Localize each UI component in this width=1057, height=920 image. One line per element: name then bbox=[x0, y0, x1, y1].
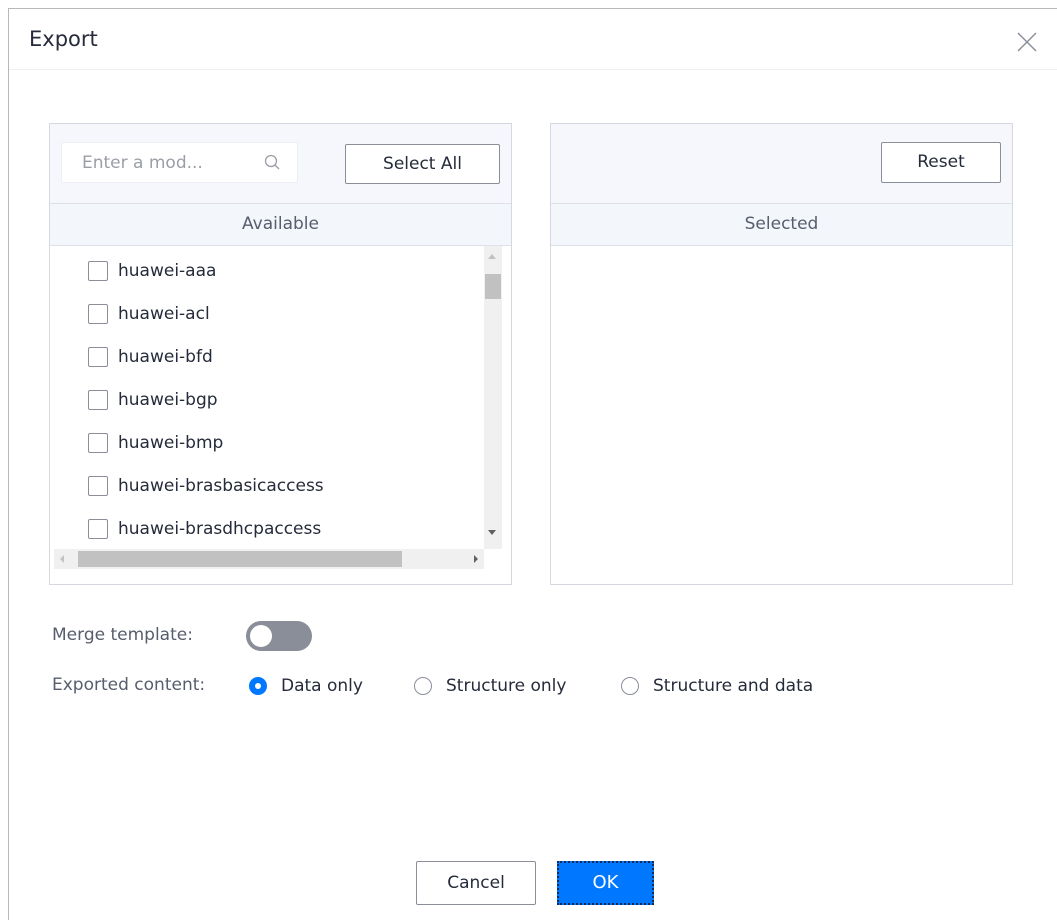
item-label: huawei-brasbasicaccess bbox=[118, 476, 324, 496]
scroll-up-icon[interactable] bbox=[488, 254, 496, 259]
radio-label: Data only bbox=[281, 676, 363, 696]
checkbox[interactable] bbox=[88, 433, 108, 453]
radio-label: Structure only bbox=[446, 676, 567, 696]
search-input[interactable] bbox=[62, 143, 257, 182]
list-item[interactable]: huawei-bfd bbox=[88, 342, 213, 372]
available-list[interactable]: huawei-aaa huawei-acl huawei-bfd huawei-… bbox=[50, 246, 511, 549]
horizontal-scrollbar[interactable] bbox=[54, 549, 484, 569]
reset-button[interactable]: Reset bbox=[881, 142, 1001, 183]
dialog-header: Export bbox=[9, 9, 1057, 70]
toggle-knob bbox=[250, 625, 272, 647]
item-label: huawei-brasdhcpaccess bbox=[118, 519, 322, 539]
radio-label: Structure and data bbox=[653, 676, 814, 696]
ok-button[interactable]: OK bbox=[557, 861, 654, 905]
scroll-thumb[interactable] bbox=[78, 551, 402, 567]
list-item[interactable]: huawei-bgp bbox=[88, 385, 218, 415]
available-header: Available bbox=[50, 203, 511, 246]
radio-button[interactable] bbox=[414, 677, 432, 695]
merge-template-label: Merge template: bbox=[52, 625, 193, 645]
list-item[interactable]: huawei-bmp bbox=[88, 428, 223, 458]
select-all-button[interactable]: Select All bbox=[345, 144, 500, 184]
radio-button[interactable] bbox=[249, 677, 267, 695]
close-icon[interactable] bbox=[1016, 31, 1038, 53]
checkbox[interactable] bbox=[88, 476, 108, 496]
radio-structure-only[interactable]: Structure only bbox=[414, 673, 566, 699]
available-panel: Select All Available huawei-aaa huawei-a… bbox=[49, 123, 512, 585]
checkbox[interactable] bbox=[88, 390, 108, 410]
checkbox[interactable] bbox=[88, 347, 108, 367]
checkbox[interactable] bbox=[88, 261, 108, 281]
scroll-right-icon[interactable] bbox=[474, 555, 478, 563]
exported-content-label: Exported content: bbox=[52, 675, 206, 695]
search-box bbox=[61, 142, 298, 183]
selected-toolbar: Reset bbox=[551, 124, 1012, 203]
merge-template-toggle[interactable] bbox=[246, 621, 312, 651]
radio-data-only[interactable]: Data only bbox=[249, 673, 363, 699]
list-item[interactable]: huawei-acl bbox=[88, 299, 210, 329]
vertical-scrollbar[interactable] bbox=[484, 246, 502, 549]
item-label: huawei-aaa bbox=[118, 261, 217, 281]
radio-button[interactable] bbox=[621, 677, 639, 695]
cancel-button[interactable]: Cancel bbox=[416, 861, 536, 905]
list-item[interactable]: huawei-brasbasicaccess bbox=[88, 471, 324, 501]
available-toolbar: Select All bbox=[50, 124, 511, 203]
dialog-title: Export bbox=[29, 27, 98, 51]
scroll-down-icon[interactable] bbox=[488, 530, 496, 535]
list-item[interactable]: huawei-aaa bbox=[88, 256, 216, 286]
export-dialog: Export Select All Available bbox=[8, 8, 1057, 920]
item-label: huawei-acl bbox=[118, 304, 210, 324]
item-label: huawei-bfd bbox=[118, 347, 213, 367]
radio-structure-and-data[interactable]: Structure and data bbox=[621, 673, 813, 699]
checkbox[interactable] bbox=[88, 519, 108, 539]
item-label: huawei-bmp bbox=[118, 433, 224, 453]
scroll-thumb[interactable] bbox=[485, 274, 501, 299]
checkbox[interactable] bbox=[88, 304, 108, 324]
item-label: huawei-bgp bbox=[118, 390, 218, 410]
selected-panel: Reset Selected bbox=[550, 123, 1013, 585]
search-icon[interactable] bbox=[263, 153, 283, 173]
list-item[interactable]: huawei-brasdhcpaccess bbox=[88, 514, 321, 544]
scroll-left-icon[interactable] bbox=[60, 555, 64, 563]
selected-header: Selected bbox=[551, 203, 1012, 246]
